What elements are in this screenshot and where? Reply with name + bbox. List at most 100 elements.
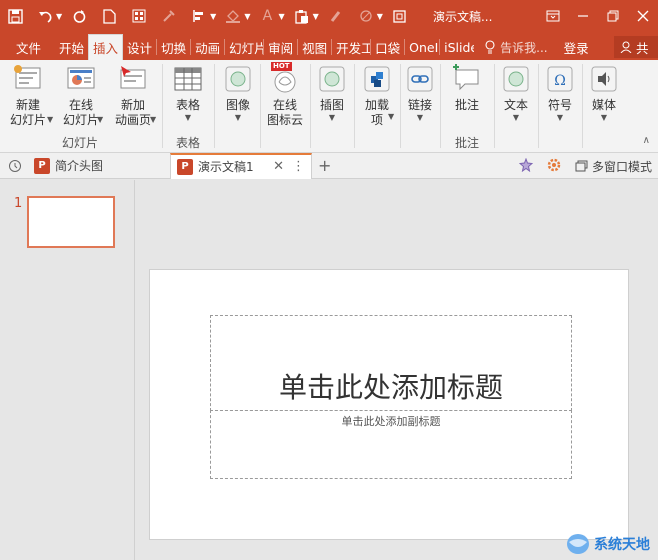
comment-label: 批注: [454, 98, 479, 112]
addin-label-2: 项: [370, 113, 383, 127]
tab-slideshow[interactable]: 幻灯片: [225, 34, 263, 60]
table-label: 表格: [175, 98, 200, 112]
online-slide-dropdown-icon[interactable]: ▼: [97, 115, 103, 125]
new-slide-label-1: 新建: [15, 98, 40, 112]
illustration-dropdown-icon: ▼: [328, 113, 336, 122]
online-slide-label-1: 在线: [68, 98, 93, 112]
animation-page-icon: [117, 64, 149, 94]
multi-window-label: 多窗口模式: [591, 159, 652, 174]
symbol-button[interactable]: Ω 符号 ▼: [540, 64, 580, 123]
text-icon: [500, 64, 532, 94]
grid-view-icon[interactable]: [127, 4, 151, 28]
ribbon-display-icon[interactable]: [538, 0, 568, 32]
new-anim-page-dropdown-icon[interactable]: ▼: [150, 115, 156, 125]
new-anim-page-label-1: 新加: [120, 98, 145, 112]
ribbon-tab-row: 文件 开始 插入 设计 切换 动画 幻灯片 审阅 视图 开发工 口袋 OneI …: [0, 32, 658, 60]
tab-history-icon[interactable]: [0, 153, 28, 179]
addin-dropdown-icon[interactable]: ▼: [388, 112, 394, 122]
slide-editor: 单击此处添加标题 单击此处添加副标题 系统天地: [136, 180, 658, 560]
illustration-button[interactable]: 插图 ▼: [312, 64, 352, 123]
comment-button[interactable]: 批注: [447, 64, 487, 113]
online-icon-button[interactable]: HOT 在线 图标云: [262, 62, 308, 128]
doc-tab-active-label: 演示文稿1: [198, 160, 254, 174]
doc-tab-active[interactable]: P 演示文稿1 ✕ ⋮: [170, 152, 312, 179]
tab-insert[interactable]: 插入: [88, 34, 124, 60]
eyedropper-icon[interactable]: [157, 4, 181, 28]
collapse-ribbon-icon[interactable]: ∧: [643, 135, 650, 146]
slide-thumbnail[interactable]: [27, 196, 115, 248]
share-label: 共: [636, 40, 649, 56]
redo-icon[interactable]: [67, 4, 91, 28]
multi-window-button[interactable]: 多窗口模式: [575, 158, 652, 175]
powerpoint-icon: P: [177, 158, 193, 175]
watermark-text: 系统天地: [594, 537, 650, 553]
ribbon-insert: 新建 幻灯片 ▼ 在线 幻灯片 ▼ 新加 动画页 ▼ 幻灯片 表格 ▼ 表格 图…: [0, 60, 658, 153]
tab-file[interactable]: 文件: [0, 34, 55, 60]
image-dropdown-icon: ▼: [234, 113, 242, 122]
restore-icon[interactable]: [598, 0, 628, 32]
font-color-icon[interactable]: A: [255, 4, 279, 28]
title-placeholder[interactable]: 单击此处添加标题: [210, 315, 572, 411]
tab-pocket[interactable]: 口袋: [371, 34, 404, 60]
fill-color-icon[interactable]: [221, 4, 245, 28]
online-slide-label-2: 幻灯片: [62, 113, 99, 127]
doc-tab-intro[interactable]: P 简介头图: [28, 153, 170, 179]
tab-animations[interactable]: 动画: [191, 34, 224, 60]
image-button[interactable]: 图像 ▼: [218, 64, 258, 123]
online-icon-label-2: 图标云: [266, 113, 303, 127]
text-button[interactable]: 文本 ▼: [496, 64, 536, 123]
tab-view[interactable]: 视图: [298, 34, 331, 60]
tell-me-label: 告诉我...: [500, 40, 548, 55]
more-options-icon[interactable]: ⋮: [292, 159, 305, 174]
group-separator: [538, 64, 539, 148]
share-button[interactable]: 共: [614, 36, 658, 58]
new-file-icon[interactable]: [97, 4, 121, 28]
title-placeholder-text: 单击此处添加标题: [278, 371, 503, 404]
screenshot-icon[interactable]: [388, 4, 412, 28]
tab-home[interactable]: 开始: [55, 34, 88, 60]
subtitle-placeholder[interactable]: 单击此处添加副标题: [210, 410, 572, 479]
align-dropdown-icon[interactable]: ▼: [210, 12, 216, 21]
align-icon[interactable]: [187, 4, 211, 28]
tab-review[interactable]: 审阅: [264, 34, 297, 60]
table-button[interactable]: 表格 ▼: [169, 64, 207, 123]
minimize-icon[interactable]: [568, 0, 598, 32]
save-icon[interactable]: [3, 4, 27, 28]
slide-canvas[interactable]: 单击此处添加标题 单击此处添加副标题: [149, 269, 629, 540]
close-icon[interactable]: [628, 0, 658, 32]
tab-onenote[interactable]: OneI: [405, 34, 439, 60]
group-separator: [260, 64, 261, 148]
paste-dropdown-icon[interactable]: ▼: [313, 12, 319, 21]
magic-wand-icon[interactable]: [518, 157, 534, 175]
group-separator: [494, 64, 495, 148]
paste-icon[interactable]: [290, 4, 314, 28]
link-icon: [404, 64, 436, 94]
group-slides-label: 幻灯片: [61, 136, 98, 150]
new-tab-icon[interactable]: +: [312, 153, 337, 179]
doc-bar-right: 多窗口模式: [518, 153, 652, 179]
tab-design[interactable]: 设计: [123, 34, 156, 60]
new-slide-button[interactable]: 新建 幻灯片: [6, 64, 50, 128]
shape-outline-icon[interactable]: [354, 4, 378, 28]
link-button[interactable]: 链接 ▼: [402, 64, 438, 123]
settings-gear-icon[interactable]: [547, 158, 561, 175]
new-anim-page-label-2: 动画页: [114, 113, 151, 127]
login-link[interactable]: 登录: [564, 34, 589, 60]
undo-icon[interactable]: [33, 4, 57, 28]
tell-me-box[interactable]: 告诉我...: [484, 34, 548, 60]
icon-cloud-icon: HOT: [269, 62, 301, 94]
addin-label-1: 加载: [364, 98, 389, 112]
close-tab-icon[interactable]: ✕: [273, 159, 284, 174]
powerpoint-icon: P: [34, 157, 50, 174]
media-button[interactable]: 媒体 ▼: [584, 64, 624, 123]
tab-developer[interactable]: 开发工: [332, 34, 370, 60]
undo-dropdown-icon[interactable]: ▼: [56, 12, 62, 21]
group-separator: [214, 64, 215, 148]
group-slides: 新建 幻灯片 ▼ 在线 幻灯片 ▼ 新加 动画页 ▼ 幻灯片: [0, 60, 160, 153]
table-icon: [172, 64, 204, 94]
new-slide-dropdown-icon[interactable]: ▼: [47, 115, 53, 125]
format-painter-icon[interactable]: [324, 4, 348, 28]
tab-transitions[interactable]: 切换: [157, 34, 190, 60]
table-dropdown-icon: ▼: [184, 113, 192, 122]
tab-islide[interactable]: iSlide: [440, 34, 474, 60]
